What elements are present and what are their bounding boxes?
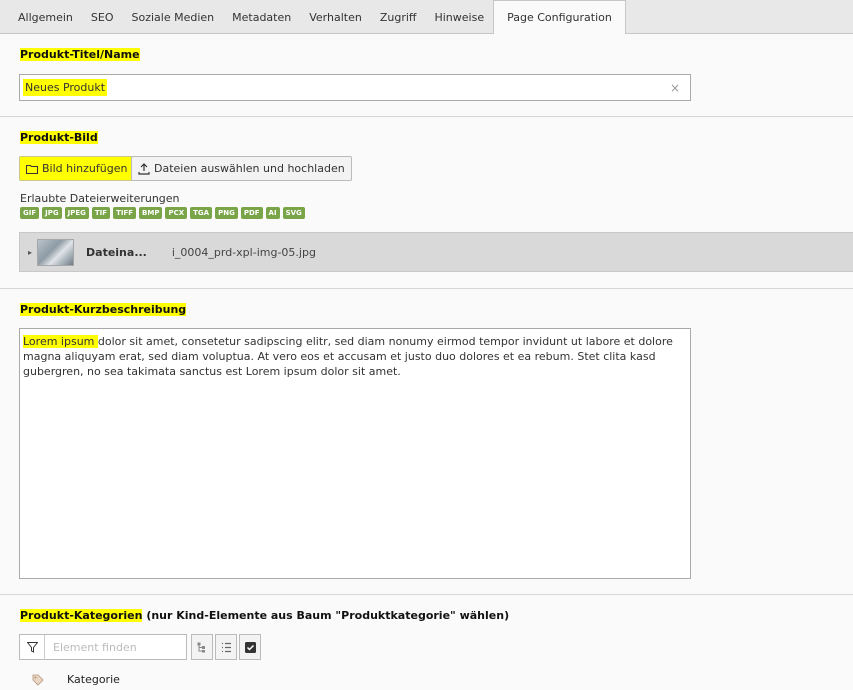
short-description-highlight: Lorem ipsum [23,335,98,348]
categories-label-note: (nur Kind-Elemente aus Baum "Produktkate… [142,609,510,622]
file-title: Dateina... [86,245,147,259]
extension-badge-jpg: JPG [42,207,62,219]
collapse-tree-button[interactable] [215,634,237,660]
tab-seo[interactable]: SEO [82,0,123,34]
extension-badge-png: PNG [215,207,238,219]
tab-bar: Allgemein SEO Soziale Medien Metadaten Verha… [0,0,853,35]
extension-badges: GIF JPG JPEG TIF TIFF BMP PCX TGA PNG PDF AI SVG [20,207,305,219]
extension-badge-tiff: TIFF [113,207,137,219]
tab-hinweise[interactable]: Hinweise [425,0,493,34]
clear-icon[interactable]: × [670,81,680,95]
checkbox-checked-icon [244,641,256,653]
expand-tree-button[interactable] [191,634,213,660]
categories-label: Produkt-Kategorien (nur Kind-Elemente au… [20,609,510,622]
category-search-placeholder: Element finden [53,640,137,654]
extension-badge-gif: GIF [20,207,40,219]
title-input-value: Neues Produkt [23,79,108,96]
extension-badge-pcx: PCX [165,207,188,219]
extension-badge-tif: TIF [91,207,111,219]
tab-allgemein[interactable]: Allgemein [9,0,82,34]
image-field-label: Produkt-Bild [20,131,98,144]
extension-badge-tga: TGA [190,207,213,219]
extension-badge-svg: SVG [282,207,305,219]
short-description-textarea[interactable]: Lorem ipsum dolor sit amet, consetetur s… [19,328,691,579]
short-description-text: dolor sit amet, consetetur sadipscing el… [23,335,673,378]
tab-verhalten[interactable]: Verhalten [300,0,371,34]
caret-right-icon[interactable]: ▸ [28,248,32,257]
extension-badge-jpeg: JPEG [64,207,89,219]
toggle-selected-button[interactable] [239,634,261,660]
file-name: i_0004_prd-xpl-img-05.jpg [171,245,316,259]
upload-icon [138,162,150,175]
tree-item-kategorie[interactable]: Kategorie [32,673,120,686]
allowed-extensions-label: Erlaubte Dateierweiterungen [20,192,180,205]
extension-badge-ai: AI [265,207,280,219]
upload-files-button[interactable]: Dateien auswählen und hochladen [131,156,352,181]
tab-soziale-medien[interactable]: Soziale Medien [123,0,224,34]
title-field-label: Produkt-Titel/Name [20,48,140,61]
folder-icon [26,164,38,174]
list-icon [221,642,231,652]
add-image-button[interactable]: Bild hinzufügen [19,156,135,181]
upload-files-label: Dateien auswählen und hochladen [154,162,345,175]
extension-badge-pdf: PDF [240,207,263,219]
tree-expand-icon [197,642,205,652]
category-tag-icon [32,674,44,686]
filter-icon[interactable] [20,635,45,659]
tab-zugriff[interactable]: Zugriff [371,0,426,34]
short-description-label: Produkt-Kurzbeschreibung [20,303,187,316]
tab-metadaten[interactable]: Metadaten [223,0,300,34]
extension-badge-bmp: BMP [139,207,163,219]
tab-page-configuration[interactable]: Page Configuration [493,0,626,35]
category-search[interactable]: Element finden [19,634,187,660]
tree-item-label: Kategorie [67,673,120,686]
file-thumbnail [37,238,75,266]
add-image-label: Bild hinzufügen [42,162,128,175]
file-reference-row[interactable]: ▸ Dateina... i_0004_prd-xpl-img-05.jpg [19,232,853,272]
title-input[interactable]: Neues Produkt × [19,74,691,101]
